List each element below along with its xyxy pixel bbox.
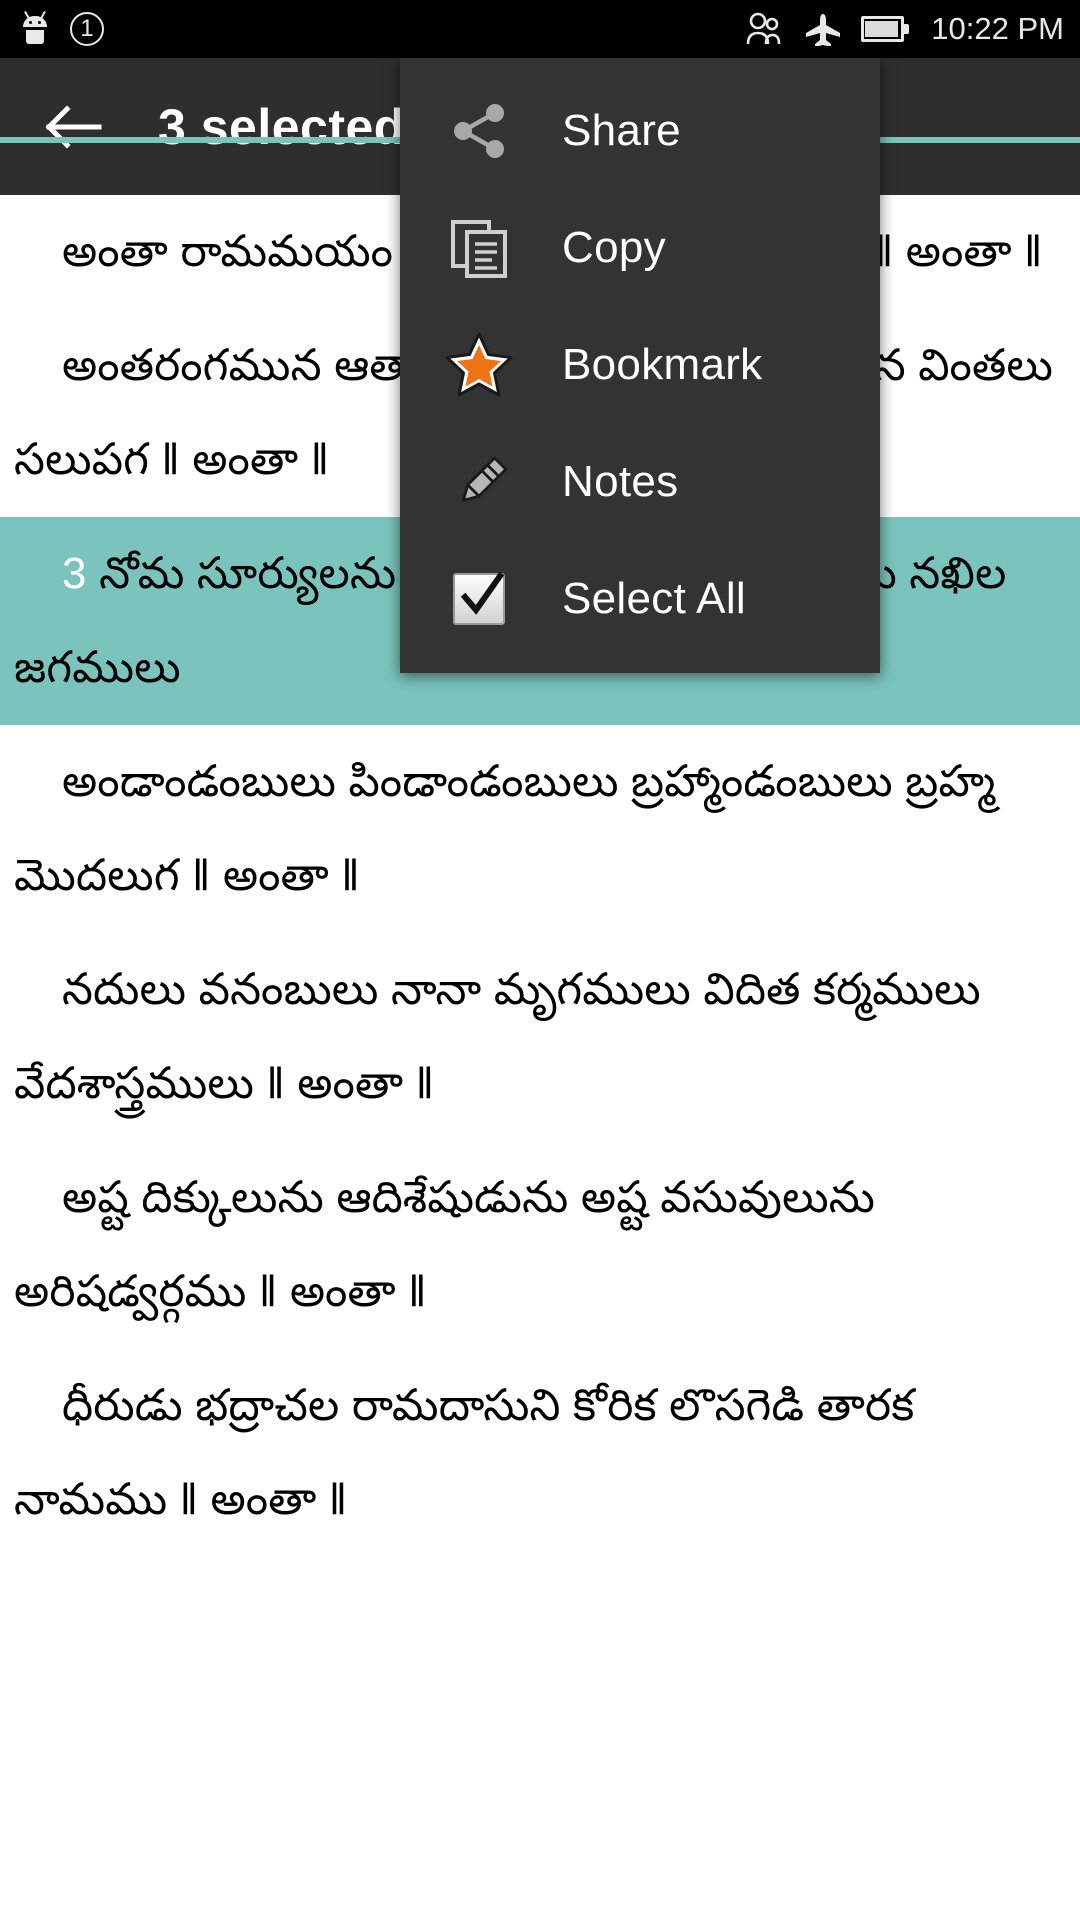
airplane-mode-icon (806, 14, 841, 46)
paragraph-text: ధీరుడు భద్రాచల రామదాసుని కోరిక లొసగెడి త… (14, 1381, 915, 1524)
android-robot-icon (22, 11, 48, 45)
menu-item-copy[interactable]: Copy (400, 189, 880, 306)
paragraph[interactable]: అండాండంబులు పిండాండంబులు బ్రహ్మాండంబులు … (0, 725, 1080, 933)
battery-icon (861, 16, 910, 42)
copy-icon (442, 211, 516, 285)
star-bookmark-icon (442, 328, 516, 402)
overflow-menu[interactable]: Share Copy Bookmark Notes Select All (400, 58, 880, 673)
paragraph[interactable]: ధీరుడు భద్రాచల రామదాసుని కోరిక లొసగెడి త… (0, 1349, 1080, 1557)
paragraph[interactable]: అష్ట దిక్కులును ఆదిశేషుడును అష్ట వసువులు… (0, 1141, 1080, 1349)
paragraph-text: నదులు వనంబులు నానా మృగములు విదిత కర్మముల… (14, 965, 981, 1108)
menu-item-share[interactable]: Share (400, 72, 880, 189)
menu-item-bookmark[interactable]: Bookmark (400, 306, 880, 423)
paragraph-text: అష్ట దిక్కులును ఆదిశేషుడును అష్ట వసువులు… (14, 1173, 876, 1316)
menu-item-bookmark-label: Bookmark (562, 339, 763, 389)
people-icon (746, 12, 781, 45)
menu-item-share-label: Share (562, 105, 681, 155)
menu-item-notes-label: Notes (562, 456, 679, 506)
menu-item-notes[interactable]: Notes (400, 423, 880, 540)
pencil-icon (442, 445, 516, 519)
status-bar-left-group: 1 (22, 11, 104, 46)
status-bar-right-group: 10:22 PM (745, 11, 1064, 47)
share-icon (442, 94, 516, 168)
back-button[interactable] (44, 97, 104, 157)
paragraph-text: అండాండంబులు పిండాండంబులు బ్రహ్మాండంబులు … (14, 757, 996, 900)
menu-item-copy-label: Copy (562, 222, 666, 272)
menu-item-select-all-label: Select All (562, 573, 746, 623)
checkbox-checked-icon (442, 562, 516, 636)
status-bar-clock: 10:22 PM (931, 11, 1064, 46)
page-title: 3 selected (158, 98, 405, 155)
paragraph-index: 3 (62, 549, 87, 598)
status-bar: 1 10:22 PM (0, 0, 1080, 58)
menu-item-select-all[interactable]: Select All (400, 540, 880, 657)
paragraph[interactable]: నదులు వనంబులు నానా మృగములు విదిత కర్మముల… (0, 933, 1080, 1141)
notification-count-badge: 1 (70, 12, 104, 46)
